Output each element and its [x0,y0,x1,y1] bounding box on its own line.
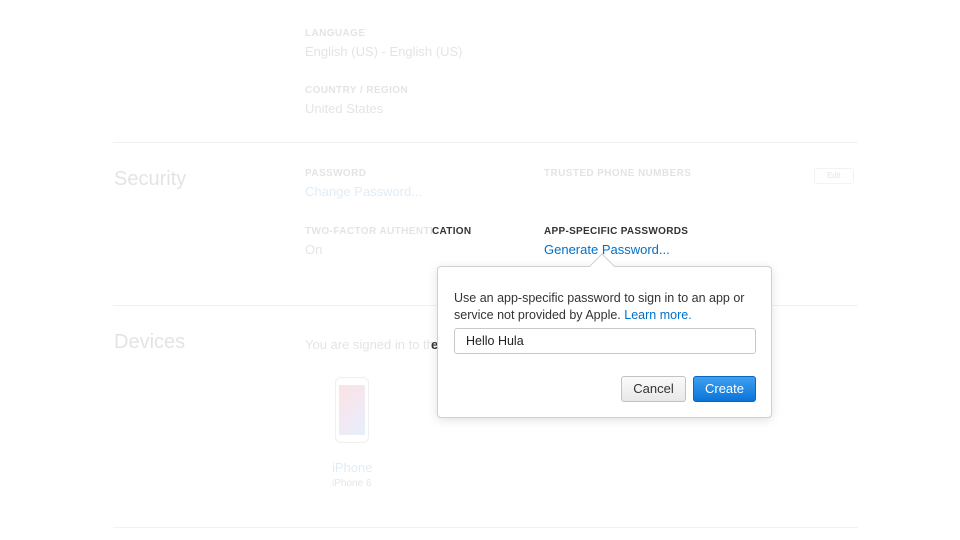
signed-in-text: You are signed in to th [305,337,434,352]
learn-more-link[interactable]: Learn more. [624,308,691,322]
popover-description-text: Use an app-specific password to sign in … [454,291,745,322]
edit-button[interactable]: Edit [814,168,854,184]
two-factor-label-faded: TWO-FACTOR AUTHENTI [305,226,434,237]
language-label: LANGUAGE [305,28,366,39]
security-title: Security [114,168,187,190]
trusted-phone-label: TRUSTED PHONE NUMBERS [544,168,692,179]
two-factor-value: On [305,242,323,257]
change-password-link[interactable]: Change Password... [305,184,422,199]
country-label: COUNTRY / REGION [305,85,409,96]
section-divider [113,527,858,528]
two-factor-label-visible: CATION [432,226,472,237]
language-value: English (US) - English (US) [305,44,463,59]
popover-description: Use an app-specific password to sign in … [454,290,759,324]
country-value: United States [305,101,384,116]
app-specific-passwords-label: APP-SPECIFIC PASSWORDS [544,226,689,237]
iphone-device-icon[interactable] [335,377,369,443]
device-name[interactable]: iPhone [332,460,372,475]
create-button[interactable]: Create [693,376,756,402]
section-divider [113,142,858,143]
devices-title: Devices [114,331,186,353]
generate-password-link[interactable]: Generate Password... [544,242,670,257]
apple-id-settings-page: LANGUAGE English (US) - English (US) COU… [0,0,960,540]
password-label-input[interactable] [454,328,756,354]
device-model: iPhone 6 [332,478,372,489]
generate-password-popover: Use an app-specific password to sign in … [437,266,772,418]
cancel-button[interactable]: Cancel [621,376,686,402]
password-label: PASSWORD [305,168,367,179]
